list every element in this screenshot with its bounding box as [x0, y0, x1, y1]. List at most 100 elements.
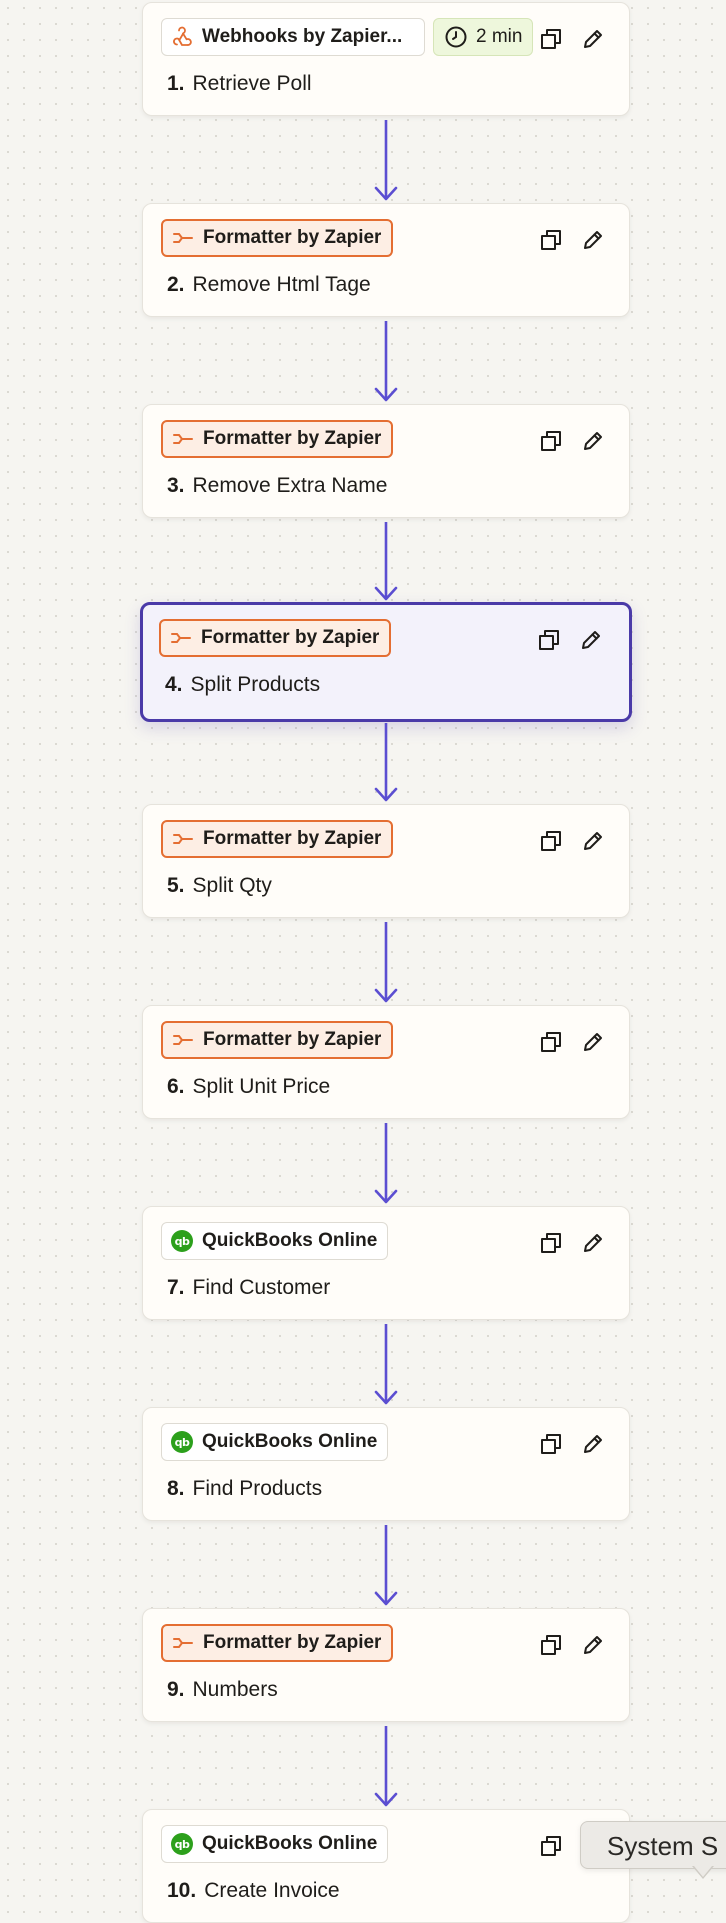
app-chip-formatter: Formatter by Zapier [161, 820, 394, 858]
step-card-5[interactable]: Formatter by Zapier 5. Split Qty [142, 804, 630, 918]
connector-arrow [374, 922, 398, 1003]
step-card-3[interactable]: Formatter by Zapier 3. Remove Extra Name [142, 404, 630, 518]
app-name: Formatter by Zapier [203, 428, 382, 449]
step-name: Split Products [190, 673, 321, 696]
app-chip-formatter: Formatter by Zapier [161, 420, 394, 458]
app-name: Formatter by Zapier [203, 1029, 382, 1050]
webhook-icon [170, 25, 194, 49]
tooltip-text: System S [607, 1831, 719, 1861]
step-title: 7. Find Customer [167, 1276, 330, 1300]
copy-icon[interactable] [537, 427, 565, 455]
step-card-6[interactable]: Formatter by Zapier 6. Split Unit Price [142, 1005, 630, 1119]
step-title: 1. Retrieve Poll [167, 72, 312, 96]
app-name: QuickBooks Online [202, 1431, 378, 1452]
connector-arrow [374, 120, 398, 201]
step-card-10[interactable]: qb QuickBooks Online 10. Create Invoice [142, 1809, 630, 1923]
step-number: 10. [167, 1879, 197, 1902]
app-chip-formatter: Formatter by Zapier [161, 1021, 394, 1059]
app-chip-formatter: Formatter by Zapier [161, 219, 394, 257]
step-title: 9. Numbers [167, 1678, 278, 1702]
copy-icon[interactable] [537, 1229, 565, 1257]
formatter-icon [171, 827, 195, 851]
copy-icon[interactable] [537, 1430, 565, 1458]
zap-editor-canvas[interactable]: Webhooks by Zapier... 2 min 1. Retrieve P… [0, 0, 726, 1923]
connector-arrow [374, 1726, 398, 1807]
step-card-1[interactable]: Webhooks by Zapier... 2 min 1. Retrieve P… [142, 2, 630, 116]
step-title: 3. Remove Extra Name [167, 474, 387, 498]
delay-label: 2 min [476, 26, 523, 47]
step-number: 3. [167, 474, 185, 497]
app-chip-formatter: Formatter by Zapier [161, 1624, 394, 1662]
copy-icon[interactable] [535, 626, 563, 654]
step-card-9[interactable]: Formatter by Zapier 9. Numbers [142, 1608, 630, 1722]
step-name: Create Invoice [204, 1879, 340, 1902]
app-name: QuickBooks Online [202, 1230, 378, 1251]
step-card-7[interactable]: qb QuickBooks Online 7. Find Customer [142, 1206, 630, 1320]
step-title: 8. Find Products [167, 1477, 322, 1501]
edit-icon[interactable] [579, 827, 607, 855]
quickbooks-icon: qb [170, 1430, 194, 1454]
copy-icon[interactable] [537, 1028, 565, 1056]
app-chip-formatter: Formatter by Zapier [159, 619, 392, 657]
clock-icon [444, 25, 468, 49]
step-number: 1. [167, 72, 185, 95]
step-card-4-selected[interactable]: Formatter by Zapier 4. Split Products [140, 602, 632, 722]
app-name: Formatter by Zapier [203, 227, 382, 248]
step-name: Numbers [192, 1678, 278, 1701]
edit-icon[interactable] [579, 427, 607, 455]
connector-arrow [374, 522, 398, 601]
step-number: 5. [167, 874, 185, 897]
connector-arrow [374, 1525, 398, 1606]
app-chip-webhooks: Webhooks by Zapier... [161, 18, 425, 56]
formatter-icon [171, 1028, 195, 1052]
copy-icon[interactable] [537, 25, 565, 53]
formatter-icon [171, 427, 195, 451]
step-name: Find Products [192, 1477, 323, 1500]
step-number: 8. [167, 1477, 185, 1500]
step-number: 6. [167, 1075, 185, 1098]
step-title: 2. Remove Html Tage [167, 273, 371, 297]
step-card-8[interactable]: qb QuickBooks Online 8. Find Products [142, 1407, 630, 1521]
step-name: Remove Html Tage [192, 273, 371, 296]
copy-icon[interactable] [537, 1631, 565, 1659]
step-card-2[interactable]: Formatter by Zapier 2. Remove Html Tage [142, 203, 630, 317]
step-number: 9. [167, 1678, 185, 1701]
step-title: 10. Create Invoice [167, 1879, 340, 1903]
step-name: Split Unit Price [192, 1075, 331, 1098]
copy-icon[interactable] [537, 827, 565, 855]
edit-icon[interactable] [579, 1430, 607, 1458]
tooltip-tail-inner [694, 1866, 712, 1877]
edit-icon[interactable] [577, 626, 605, 654]
formatter-icon [171, 226, 195, 250]
formatter-icon [169, 626, 193, 650]
app-name: Webhooks by Zapier... [202, 26, 403, 47]
connector-arrow [374, 321, 398, 402]
edit-icon[interactable] [579, 1028, 607, 1056]
formatter-icon [171, 1631, 195, 1655]
step-number: 2. [167, 273, 185, 296]
step-name: Split Qty [192, 874, 272, 897]
edit-icon[interactable] [579, 1631, 607, 1659]
edit-icon[interactable] [579, 25, 607, 53]
step-name: Retrieve Poll [192, 72, 312, 95]
app-name: Formatter by Zapier [203, 828, 382, 849]
step-name: Find Customer [192, 1276, 331, 1299]
edit-icon[interactable] [579, 1229, 607, 1257]
step-name: Remove Extra Name [192, 474, 388, 497]
step-title: 4. Split Products [165, 673, 320, 697]
tooltip: System S [580, 1821, 726, 1869]
copy-icon[interactable] [537, 226, 565, 254]
app-chip-quickbooks: qb QuickBooks Online [161, 1423, 389, 1461]
edit-icon[interactable] [579, 226, 607, 254]
step-title: 5. Split Qty [167, 874, 272, 898]
app-chip-quickbooks: qb QuickBooks Online [161, 1825, 389, 1863]
app-chip-quickbooks: qb QuickBooks Online [161, 1222, 389, 1260]
step-title: 6. Split Unit Price [167, 1075, 330, 1099]
step-number: 7. [167, 1276, 185, 1299]
connector-arrow [374, 1123, 398, 1204]
app-name: Formatter by Zapier [203, 1632, 382, 1653]
copy-icon[interactable] [537, 1832, 565, 1860]
connector-arrow [374, 723, 398, 802]
connector-arrow [374, 1324, 398, 1405]
quickbooks-icon: qb [170, 1229, 194, 1253]
